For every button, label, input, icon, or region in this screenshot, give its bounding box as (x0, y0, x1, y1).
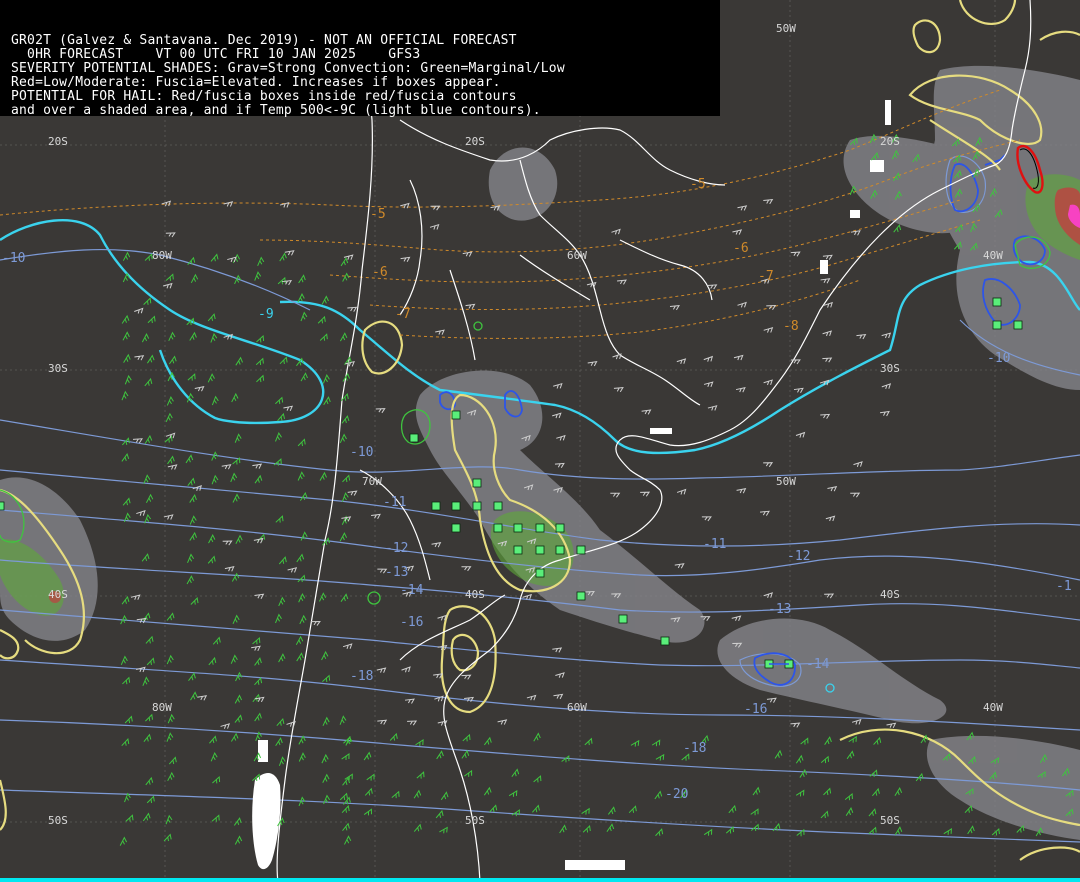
hail-box (1013, 320, 1023, 330)
hail-box (576, 545, 586, 555)
temp-label: -16 (400, 615, 423, 630)
lat-label: 20S (880, 135, 900, 148)
lon-label: 60W (567, 701, 587, 714)
temp-label: -13 (385, 565, 408, 580)
lon-label: 50W (776, 22, 796, 35)
lon-label: 80W (152, 701, 172, 714)
lon-label: 80W (152, 249, 172, 262)
lon-label: 70W (362, 475, 382, 488)
hail-box (451, 501, 461, 511)
forecast-map: 20S 20S 20S 30S 30S 40S 40S 40S 50S 50S … (0, 0, 1080, 882)
hail-box (618, 614, 628, 624)
hail-box (472, 478, 482, 488)
temp-label: -20 (665, 787, 688, 802)
header-line-3: SEVERITY POTENTIAL SHADES: Grav=Strong C… (11, 61, 565, 76)
temp-label: -10 (2, 251, 25, 266)
hail-box (451, 410, 461, 420)
temp-label: -9 (258, 307, 274, 322)
hail-box (513, 523, 523, 533)
temp-label: -7 (758, 269, 774, 284)
header-line-1: GR02T (Galvez & Santavana. Dec 2019) - N… (11, 33, 517, 48)
forecast-header: GR02T (Galvez & Santavana. Dec 2019) - N… (0, 0, 720, 118)
hail-box (493, 501, 503, 511)
lat-label: 30S (48, 362, 68, 375)
lon-label: 40W (983, 701, 1003, 714)
temp-label: -12 (787, 549, 810, 564)
lon-label: 60W (567, 249, 587, 262)
lat-label: 50S (48, 814, 68, 827)
temp-label: -18 (350, 669, 373, 684)
lon-label: 50W (776, 475, 796, 488)
hail-box (431, 501, 441, 511)
temp-label: -10 (987, 351, 1010, 366)
temp-label: -1 (1056, 579, 1072, 594)
hail-box (555, 523, 565, 533)
temp-label: -7 (395, 307, 411, 322)
hail-box (0, 501, 5, 511)
hail-box (535, 568, 545, 578)
temp-label: -5 (690, 177, 706, 192)
temp-label: -13 (768, 602, 791, 617)
lat-label: 40S (880, 588, 900, 601)
hail-box (535, 523, 545, 533)
temp-label: -6 (372, 265, 388, 280)
header-line-5: POTENTIAL FOR HAIL: Red/fuscia boxes ins… (11, 89, 517, 104)
header-line-4: Red=Low/Moderate: Fuscia=Elevated. Incre… (11, 75, 501, 90)
hail-box (535, 545, 545, 555)
lat-label: 20S (48, 135, 68, 148)
temp-label: -11 (383, 495, 406, 510)
hail-box (660, 636, 670, 646)
temp-label: -5 (370, 207, 386, 222)
hail-box (493, 523, 503, 533)
temp-label: -6 (733, 241, 749, 256)
hail-box (992, 297, 1002, 307)
lon-label: 40W (983, 249, 1003, 262)
hail-box (451, 523, 461, 533)
lat-label: 40S (465, 588, 485, 601)
bottom-stripe (0, 878, 1080, 882)
temp-label: -18 (683, 741, 706, 756)
hail-box (409, 433, 419, 443)
header-line-2: 0HR FORECAST VT 00 UTC FRI 10 JAN 2025 G… (11, 47, 421, 62)
hail-box (576, 591, 586, 601)
temp-label: -14 (400, 583, 424, 598)
hail-box (472, 501, 482, 511)
temp-label: -12 (385, 541, 408, 556)
header-line-6: and over a shaded area, and if Temp 500<… (11, 103, 541, 118)
lat-label: 50S (880, 814, 900, 827)
lat-label: 30S (880, 362, 900, 375)
temp-label: -8 (783, 319, 799, 334)
hail-box (513, 545, 523, 555)
temp-label: -16 (744, 702, 767, 717)
lat-label: 40S (48, 588, 68, 601)
temp-label: -11 (703, 537, 726, 552)
temp-label: -10 (350, 445, 373, 460)
hail-box (555, 545, 565, 555)
hail-box (992, 320, 1002, 330)
lat-label: 20S (465, 135, 485, 148)
lat-label: 50S (465, 814, 485, 827)
temp-label: -14 (806, 657, 830, 672)
